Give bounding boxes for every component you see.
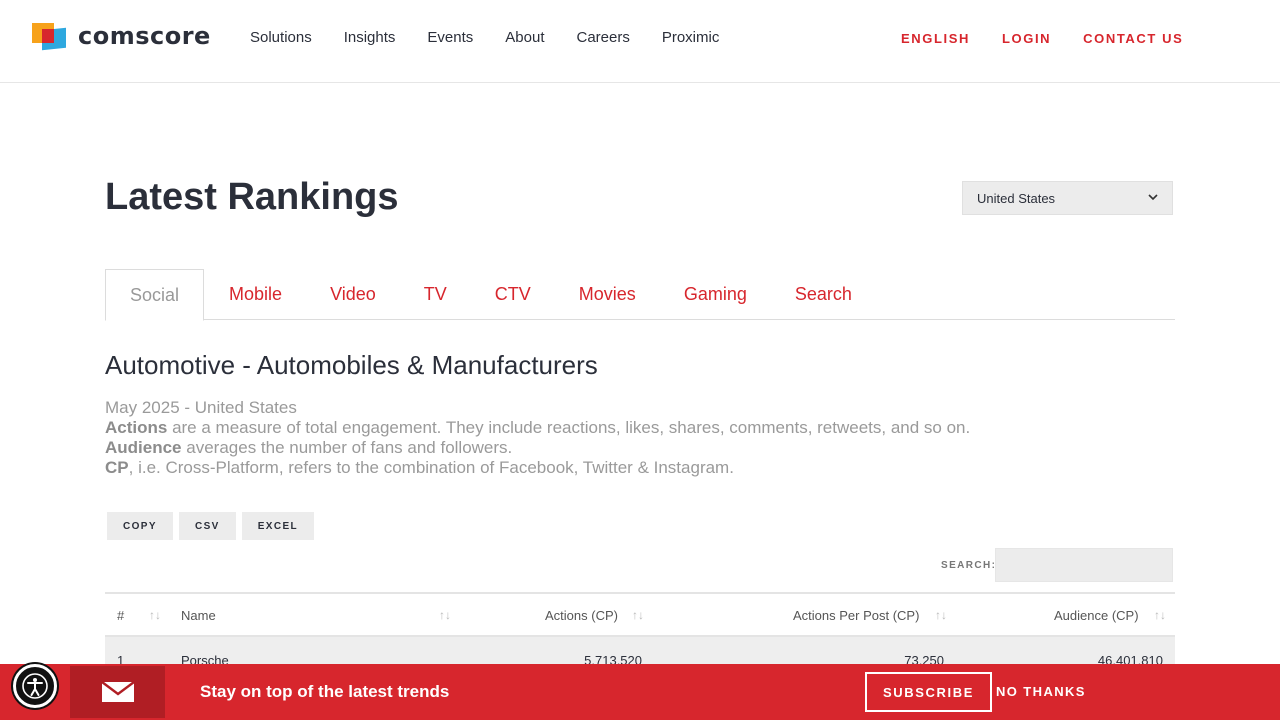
- col-header-actions[interactable]: Actions (CP): [545, 608, 618, 623]
- nav-proximic[interactable]: Proximic: [662, 28, 720, 48]
- sort-icon[interactable]: ↑↓: [632, 608, 644, 622]
- category-tabs: Social Mobile Video TV CTV Movies Gaming…: [105, 269, 1175, 321]
- search-label: SEARCH:: [941, 560, 997, 571]
- search-input[interactable]: [995, 548, 1173, 582]
- excel-button[interactable]: EXCEL: [241, 512, 315, 540]
- logo-text: comscore: [78, 22, 211, 50]
- sort-icon[interactable]: ↑↓: [935, 608, 947, 622]
- tab-social[interactable]: Social: [105, 269, 205, 321]
- audience-definition: Audience averages the number of fans and…: [105, 438, 970, 458]
- sort-icon[interactable]: ↑↓: [149, 608, 161, 622]
- country-select-value: United States: [977, 190, 1056, 206]
- table-header: # ↑↓ Name ↑↓ Actions (CP) ↑↓ Actions Per…: [105, 592, 1175, 637]
- actions-desc: are a measure of total engagement. They …: [167, 418, 971, 437]
- col-header-rank[interactable]: #: [117, 608, 124, 623]
- tab-video[interactable]: Video: [306, 269, 400, 320]
- date-line: May 2025 - United States: [105, 398, 297, 417]
- nav-solutions[interactable]: Solutions: [250, 28, 312, 48]
- actions-term: Actions: [105, 418, 168, 437]
- section-description: May 2025 - United States Actions are a m…: [105, 398, 970, 478]
- actions-definition: Actions are a measure of total engagemen…: [105, 418, 970, 438]
- col-header-audience[interactable]: Audience (CP): [1054, 608, 1139, 623]
- col-header-actions-per-post[interactable]: Actions Per Post (CP): [793, 608, 919, 623]
- page-title: Latest Rankings: [105, 176, 399, 218]
- country-select[interactable]: United States: [962, 181, 1173, 215]
- main-nav: Solutions Insights Events About Careers …: [250, 28, 751, 48]
- chevron-down-icon: [1148, 192, 1158, 204]
- comscore-logo-icon: [32, 22, 68, 51]
- nav-insights[interactable]: Insights: [344, 28, 396, 48]
- nav-careers[interactable]: Careers: [576, 28, 629, 48]
- cp-desc: , i.e. Cross-Platform, refers to the com…: [128, 458, 734, 477]
- contact-us-link[interactable]: CONTACT US: [1083, 30, 1183, 48]
- language-link[interactable]: ENGLISH: [901, 30, 970, 48]
- login-link[interactable]: LOGIN: [1002, 30, 1051, 48]
- audience-desc: averages the number of fans and follower…: [181, 438, 513, 457]
- mail-icon: [70, 666, 165, 718]
- nav-about[interactable]: About: [505, 28, 544, 48]
- tab-movies[interactable]: Movies: [555, 269, 660, 320]
- section-title: Automotive - Automobiles & Manufacturers: [105, 350, 598, 380]
- accessibility-icon[interactable]: [13, 664, 57, 708]
- nav-events[interactable]: Events: [427, 28, 473, 48]
- sort-icon[interactable]: ↑↓: [439, 608, 451, 622]
- copy-button[interactable]: COPY: [107, 512, 173, 540]
- newsletter-banner: Stay on top of the latest trends SUBSCRI…: [0, 664, 1280, 720]
- subscribe-button[interactable]: SUBSCRIBE: [865, 672, 992, 712]
- csv-button[interactable]: CSV: [178, 512, 236, 540]
- site-header: comscore Solutions Insights Events About…: [0, 0, 1280, 83]
- tab-gaming[interactable]: Gaming: [660, 269, 771, 320]
- audience-term: Audience: [105, 438, 182, 457]
- tab-tv[interactable]: TV: [400, 269, 471, 320]
- col-header-name[interactable]: Name: [181, 608, 216, 623]
- utility-nav: ENGLISH LOGIN CONTACT US: [901, 30, 1215, 48]
- comscore-logo[interactable]: comscore: [32, 22, 211, 51]
- cp-term: CP: [105, 458, 129, 477]
- export-buttons: COPY CSV EXCEL: [107, 512, 320, 540]
- tab-ctv[interactable]: CTV: [471, 269, 555, 320]
- sort-icon[interactable]: ↑↓: [1154, 608, 1166, 622]
- cp-definition: CP, i.e. Cross-Platform, refers to the c…: [105, 458, 970, 478]
- tab-mobile[interactable]: Mobile: [204, 269, 306, 320]
- tab-search[interactable]: Search: [771, 269, 876, 320]
- no-thanks-button[interactable]: NO THANKS: [996, 684, 1086, 699]
- banner-text: Stay on top of the latest trends: [200, 682, 450, 701]
